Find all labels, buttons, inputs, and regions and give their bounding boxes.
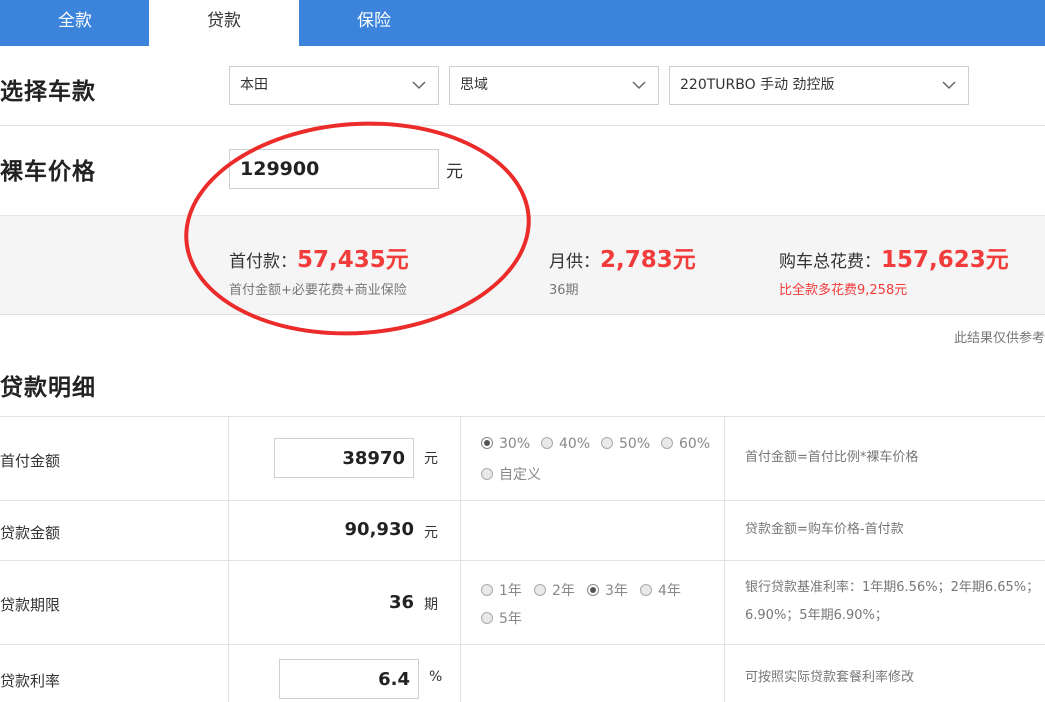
price-unit: 元 — [446, 162, 463, 182]
table-column-divider — [228, 416, 229, 702]
down-amount-unit: 元 — [424, 451, 438, 467]
term-2-year-label: 2年 — [552, 583, 575, 599]
loan-amount-note: 贷款金额=购车价格-首付款 — [745, 522, 904, 537]
down-ratio-60[interactable]: 60% — [661, 436, 710, 452]
price-title: 裸车价格 — [0, 159, 96, 185]
down-payment-value: 57,435元 — [297, 247, 409, 273]
down-ratio-custom-label: 自定义 — [499, 467, 541, 483]
table-column-divider — [724, 416, 725, 702]
loan-amount-label: 贷款金额 — [0, 524, 61, 542]
loan-rate-label: 贷款利率 — [0, 672, 61, 690]
down-ratio-40[interactable]: 40% — [541, 436, 590, 452]
divider — [0, 125, 1045, 126]
term-2-year[interactable]: 2年 — [534, 580, 575, 600]
table-column-divider — [460, 416, 461, 702]
radio-icon — [661, 437, 673, 449]
table-row-divider — [0, 416, 1045, 417]
down-ratio-40-label: 40% — [559, 436, 591, 452]
radio-icon — [601, 437, 613, 449]
monthly-summary: 月供：2,783元 — [549, 240, 696, 274]
trim-select[interactable]: 220TURBO 手动 劲控版 — [669, 66, 969, 105]
model-select-value: 思域 — [460, 77, 488, 93]
term-5-year-label: 5年 — [499, 611, 522, 627]
down-ratio-custom[interactable]: 自定义 — [481, 464, 541, 484]
chevron-down-icon — [942, 81, 956, 90]
down-ratio-30[interactable]: 30% — [481, 436, 530, 452]
monthly-value: 2,783元 — [600, 247, 696, 273]
radio-icon — [534, 584, 546, 596]
tab-loan[interactable]: 贷款 — [149, 0, 299, 46]
down-amount-note: 首付金额=首付比例*裸车价格 — [745, 450, 919, 465]
radio-icon — [481, 612, 493, 624]
radio-selected-icon — [481, 437, 493, 449]
tab-full-payment[interactable]: 全款 — [0, 0, 150, 46]
loan-rate-note: 可按照实际贷款套餐利率修改 — [745, 670, 915, 685]
down-amount-input[interactable] — [274, 438, 414, 478]
down-ratio-50[interactable]: 50% — [601, 436, 650, 452]
radio-icon — [481, 584, 493, 596]
down-ratio-30-label: 30% — [499, 436, 531, 452]
tab-bar: 全款 贷款 保险 — [0, 0, 1045, 46]
loan-detail-title: 贷款明细 — [0, 375, 96, 401]
monthly-label: 月供： — [549, 252, 600, 272]
term-1-year-label: 1年 — [499, 583, 522, 599]
down-ratio-60-label: 60% — [679, 436, 711, 452]
term-5-year[interactable]: 5年 — [481, 608, 522, 628]
term-1-year[interactable]: 1年 — [481, 580, 522, 600]
choose-car-title: 选择车款 — [0, 79, 96, 105]
term-4-year[interactable]: 4年 — [640, 580, 681, 600]
tab-insurance[interactable]: 保险 — [299, 0, 449, 46]
monthly-note: 36期 — [549, 283, 579, 298]
loan-term-note-line1: 银行贷款基准利率：1年期6.56%；2年期6.65%； — [745, 580, 1040, 595]
radio-selected-icon — [587, 584, 599, 596]
brand-select[interactable]: 本田 — [229, 66, 439, 105]
table-row-divider — [0, 560, 1045, 561]
loan-term-unit: 期 — [424, 597, 438, 613]
term-3-year-label: 3年 — [605, 583, 628, 599]
total-summary: 购车总花费：157,623元 — [779, 240, 1009, 274]
summary-panel: 首付款：57,435元 首付金额+必要花费+商业保险 月供：2,783元 36期… — [0, 215, 1045, 315]
term-3-year[interactable]: 3年 — [587, 580, 628, 600]
term-4-year-label: 4年 — [658, 583, 681, 599]
table-row-divider — [0, 644, 1045, 645]
brand-select-value: 本田 — [240, 77, 268, 93]
model-select[interactable]: 思域 — [449, 66, 659, 105]
down-payment-summary: 首付款：57,435元 — [229, 240, 409, 274]
loan-amount-unit: 元 — [424, 525, 438, 541]
loan-term-note-line2: 6.90%；5年期6.90%； — [745, 608, 888, 623]
price-input[interactable] — [229, 149, 439, 189]
radio-icon — [640, 584, 652, 596]
loan-term-value: 36 — [388, 592, 414, 613]
chevron-down-icon — [412, 81, 426, 90]
down-ratio-50-label: 50% — [619, 436, 651, 452]
radio-icon — [481, 468, 493, 480]
total-value: 157,623元 — [881, 247, 1009, 273]
down-payment-note: 首付金额+必要花费+商业保险 — [229, 283, 407, 298]
table-row-divider — [0, 500, 1045, 501]
down-amount-label: 首付金额 — [0, 452, 61, 470]
loan-term-label: 贷款期限 — [0, 596, 61, 614]
disclaimer: 此结果仅供参考 — [953, 331, 1045, 346]
trim-select-value: 220TURBO 手动 劲控版 — [680, 77, 835, 93]
loan-rate-unit: % — [429, 669, 443, 685]
total-label: 购车总花费： — [779, 252, 881, 272]
radio-icon — [541, 437, 553, 449]
loan-rate-input[interactable] — [279, 659, 419, 699]
chevron-down-icon — [632, 81, 646, 90]
down-payment-label: 首付款： — [229, 252, 297, 272]
loan-amount-value: 90,930 — [344, 519, 414, 540]
total-note: 比全款多花费9,258元 — [779, 283, 908, 298]
